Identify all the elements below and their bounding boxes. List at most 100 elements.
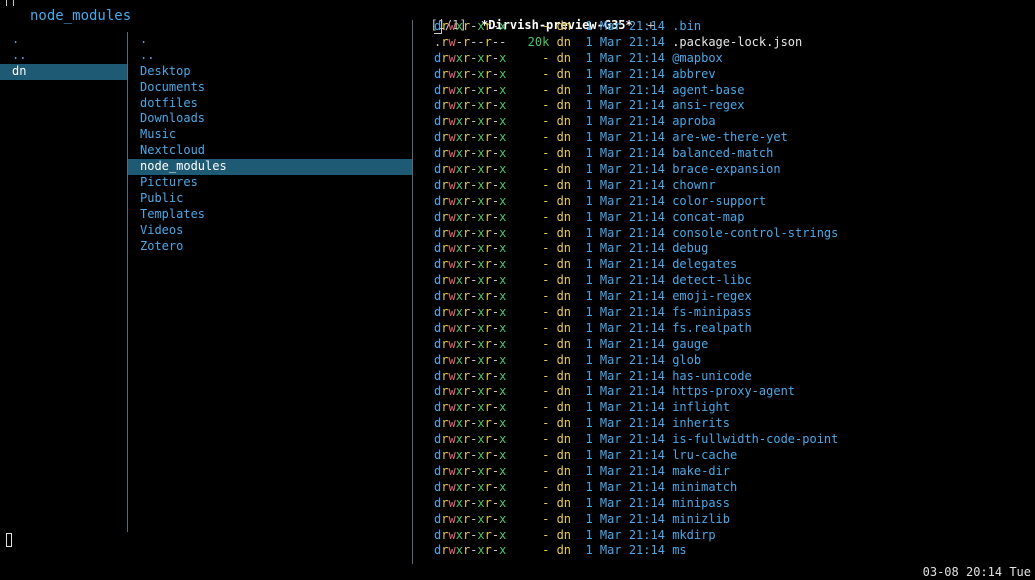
entry-size: - [542,257,550,272]
entry-size: - [542,114,550,129]
preview-entry[interactable]: drwxr-xr-x - dn 1 Mar 21:14 emoji-regex [434,289,1034,305]
parent-directory-column[interactable]: ... dn [0,32,127,532]
preview-entry[interactable]: drwxr-xr-x - dn 1 Mar 21:14 chownr [434,178,1034,194]
entry-size: - [542,336,550,351]
entry-permissions: drwxr-xr-x [434,273,507,288]
entry-permissions: drwxr-xr-x [434,400,507,415]
preview-entry[interactable]: drwxr-xr-x - dn 1 Mar 21:14 @mapbox [434,51,1034,67]
preview-entry[interactable]: drwxr-xr-x - dn 1 Mar 21:14 minimatch [434,480,1034,496]
entry-size: - [542,384,550,399]
entry-size: - [542,305,550,320]
entry-owner: dn [556,416,572,431]
preview-entry[interactable]: drwxr-xr-x - dn 1 Mar 21:14 agent-base [434,83,1034,99]
preview-entry[interactable]: drwxr-xr-x - dn 1 Mar 21:14 minipass [434,496,1034,512]
directory-item[interactable]: .. [128,48,412,64]
preview-entry[interactable]: drwxr-xr-x - dn 1 Mar 21:14 is-fullwidth-… [434,432,1034,448]
preview-entry[interactable]: drwxr-xr-x - dn 1 Mar 21:14 lru-cache [434,448,1034,464]
parent-item[interactable]: dn [0,63,127,80]
entry-owner: dn [556,66,572,81]
preview-entry[interactable]: drwxr-xr-x - dn 1 Mar 21:14 fs-minipass [434,305,1034,321]
entry-size: - [542,511,550,526]
entry-permissions: drwxr-xr-x [434,241,507,256]
preview-entry[interactable]: drwxr-xr-x - dn 1 Mar 21:14 aproba [434,114,1034,130]
preview-entry[interactable]: drwxr-xr-x - dn 1 Mar 21:14 console-contr… [434,226,1034,242]
current-directory-column[interactable]: ... Desktop Documents dotfiles Downloads Musi… [128,32,412,532]
entry-name: minipass [672,495,730,510]
preview-entry[interactable]: drwxr-xr-x - dn 1 Mar 21:14 has-unicode [434,369,1034,385]
parent-item[interactable]: .. [0,48,127,64]
entry-name: inflight [672,400,730,415]
preview-entry[interactable]: drwxr-xr-x - dn 1 Mar 21:14 fs.realpath [434,321,1034,337]
preview-entry[interactable]: drwxr-xr-x - dn 1 Mar 21:14 balanced-matc… [434,146,1034,162]
directory-item-label: Templates [140,206,206,221]
entry-date: 1 Mar 21:14 [585,289,665,304]
preview-entry[interactable]: drwxr-xr-x - dn 1 Mar 21:14 are-we-there-… [434,130,1034,146]
entry-owner: dn [556,463,572,478]
entry-name: concat-map [672,209,745,224]
preview-entry[interactable]: drwxr-xr-x - dn 1 Mar 21:14 gauge [434,337,1034,353]
preview-entry[interactable]: drwxr-xr-x - dn 1 Mar 21:14 .bin [434,19,1034,35]
entry-permissions: drwxr-xr-x [434,384,507,399]
entry-permissions: drwxr-xr-x [434,130,507,145]
preview-entry[interactable]: drwxr-xr-x - dn 1 Mar 21:14 delegates [434,257,1034,273]
entry-date: 1 Mar 21:14 [585,368,665,383]
entry-owner: dn [556,368,572,383]
directory-item[interactable]: Videos [128,223,412,239]
preview-entry[interactable]: drwxr-xr-x - dn 1 Mar 21:14 concat-map [434,210,1034,226]
preview-entry[interactable]: drwxr-xr-x - dn 1 Mar 21:14 brace-expansi… [434,162,1034,178]
directory-item[interactable]: Public [128,191,412,207]
entry-owner: dn [556,50,572,65]
entry-owner: dn [556,320,572,335]
directory-item[interactable]: Templates [128,207,412,223]
directory-item[interactable]: . [128,32,412,48]
preview-entry[interactable]: drwxr-xr-x - dn 1 Mar 21:14 inflight [434,400,1034,416]
entry-date: 1 Mar 21:14 [585,527,665,542]
entry-owner: dn [556,257,572,272]
entry-permissions: .rw-r--r-- [434,34,507,49]
entry-name: aproba [672,114,716,129]
entry-name: detect-libc [672,273,752,288]
minibuffer-cursor[interactable] [6,533,12,547]
tab-bar: [1/1] *Dirvish-preview-G35* + [416,3,654,32]
preview-entry[interactable]: drwxr-xr-x - dn 1 Mar 21:14 debug [434,241,1034,257]
entry-date: 1 Mar 21:14 [585,114,665,129]
entry-permissions: drwxr-xr-x [434,98,507,113]
entry-owner: dn [556,193,572,208]
directory-item[interactable]: Music [128,127,412,143]
preview-entry[interactable]: drwxr-xr-x - dn 1 Mar 21:14 make-dir [434,464,1034,480]
directory-item[interactable]: node_modules [128,159,412,176]
entry-owner: dn [556,209,572,224]
directory-item[interactable]: Downloads [128,111,412,127]
entry-date: 1 Mar 21:14 [585,162,665,177]
preview-entry[interactable]: .rw-r--r-- 20k dn 1 Mar 21:14 .package-lo… [434,35,1034,51]
directory-item[interactable]: Desktop [128,64,412,80]
preview-entry[interactable]: drwxr-xr-x - dn 1 Mar 21:14 inherits [434,416,1034,432]
preview-entry[interactable]: drwxr-xr-x - dn 1 Mar 21:14 color-support [434,194,1034,210]
preview-entry[interactable]: drwxr-xr-x - dn 1 Mar 21:14 glob [434,353,1034,369]
entry-permissions: drwxr-xr-x [434,177,507,192]
directory-item[interactable]: Zotero [128,239,412,255]
parent-item-label: dn [12,63,27,78]
preview-entry[interactable]: drwxr-xr-x - dn 1 Mar 21:14 ms [434,543,1034,559]
entry-permissions: drwxr-xr-x [434,432,507,447]
directory-item[interactable]: dotfiles [128,96,412,112]
preview-entry[interactable]: drwxr-xr-x - dn 1 Mar 21:14 minizlib [434,512,1034,528]
entry-size: - [542,98,550,113]
preview-entry[interactable]: drwxr-xr-x - dn 1 Mar 21:14 ansi-regex [434,98,1034,114]
entry-owner: dn [556,432,572,447]
entry-date: 1 Mar 21:14 [585,193,665,208]
parent-item[interactable]: . [0,32,127,48]
preview-entry[interactable]: drwxr-xr-x - dn 1 Mar 21:14 https-proxy-a… [434,384,1034,400]
entry-size: - [542,543,550,558]
entry-owner: dn [556,479,572,494]
preview-entry[interactable]: drwxr-xr-x - dn 1 Mar 21:14 mkdirp [434,528,1034,544]
directory-item[interactable]: Nextcloud [128,143,412,159]
directory-item[interactable]: Pictures [128,175,412,191]
preview-listing[interactable]: drwxr-xr-x - dn 1 Mar 21:14 .bin .rw-r--r-… [434,19,1034,564]
entry-name: emoji-regex [672,289,752,304]
entry-name: balanced-match [672,146,774,161]
preview-entry[interactable]: drwxr-xr-x - dn 1 Mar 21:14 abbrev [434,67,1034,83]
directory-item[interactable]: Documents [128,80,412,96]
preview-entry[interactable]: drwxr-xr-x - dn 1 Mar 21:14 detect-libc [434,273,1034,289]
entry-date: 1 Mar 21:14 [585,305,665,320]
